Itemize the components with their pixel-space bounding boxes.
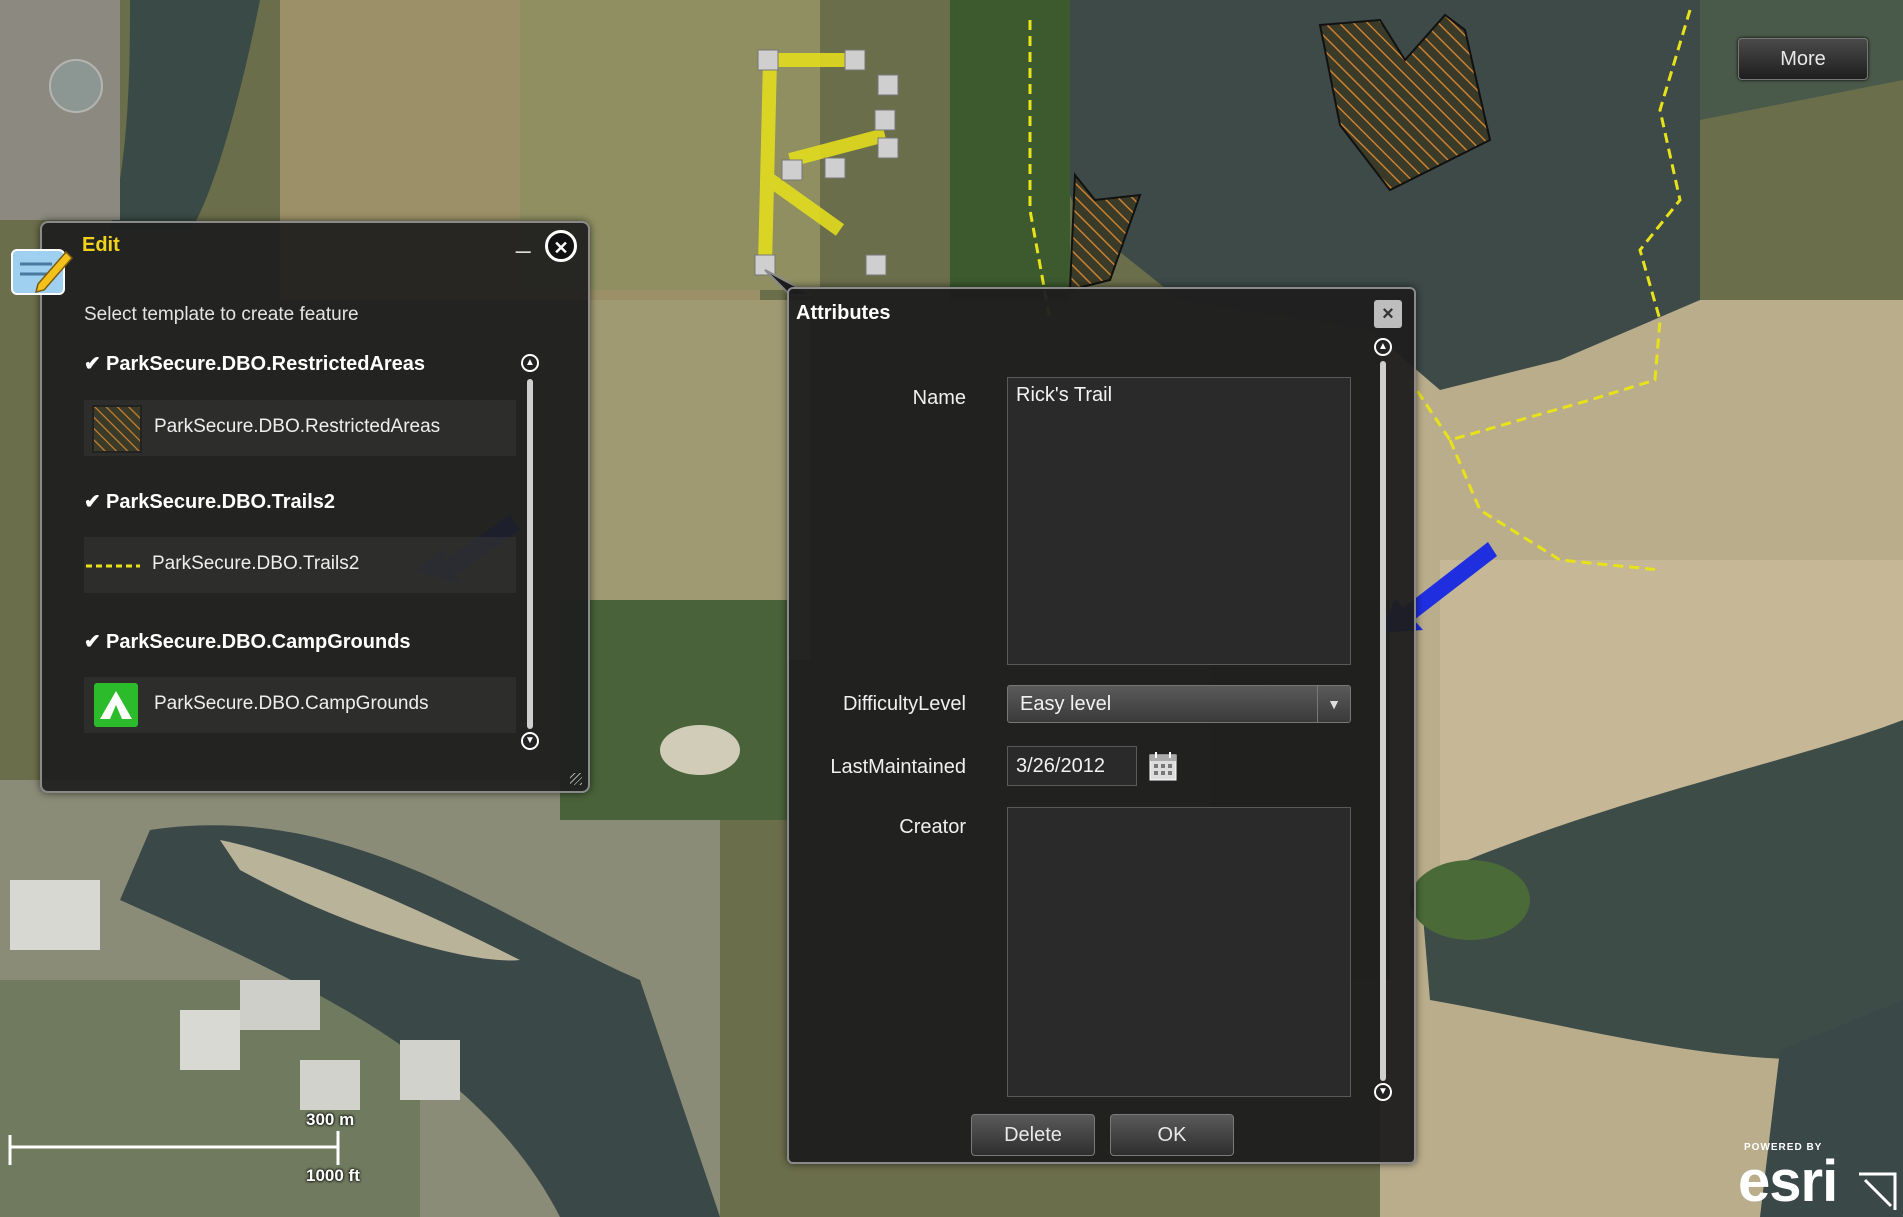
group-header-trails[interactable]: ✔ ParkSecure.DBO.Trails2 [84,489,335,514]
creator-field[interactable] [1007,807,1351,1097]
ok-button[interactable]: OK [1110,1114,1234,1156]
edit-pencil-icon [11,249,74,295]
group-header-campgrounds[interactable]: ✔ ParkSecure.DBO.CampGrounds [84,629,411,654]
edit-panel-title: Edit [82,234,120,256]
difficulty-label: DifficultyLevel [842,693,966,715]
scroll-down-button[interactable]: ▼ [521,732,539,750]
template-item-restricted-areas[interactable]: ParkSecure.DBO.RestrictedAreas [84,400,516,456]
attributes-panel: Attributes × Name DifficultyLevel Easy l… [787,287,1416,1164]
resize-grip[interactable] [570,773,582,785]
scale-label-imperial: 1000 ft [306,1166,360,1185]
template-label: ParkSecure.DBO.Trails2 [152,553,360,574]
more-button[interactable]: More [1738,38,1868,80]
template-label: ParkSecure.DBO.RestrictedAreas [154,416,441,437]
difficulty-select[interactable]: Easy level ▼ [1007,685,1351,723]
template-item-trails[interactable]: ParkSecure.DBO.Trails2 [84,537,516,593]
scale-label-metric: 300 m [306,1110,355,1129]
scrollbar-track[interactable] [527,379,533,729]
check-icon: ✔ [84,353,101,375]
edit-instruction: Select template to create feature [84,304,359,325]
attributes-title: Attributes [796,302,891,324]
scroll-down-button[interactable]: ▼ [1374,1083,1392,1101]
check-icon: ✔ [84,491,101,513]
name-field[interactable] [1007,377,1351,665]
attributes-close-button[interactable]: × [1374,300,1402,328]
scrollbar-track[interactable] [1380,361,1386,1081]
hatched-polygon-icon [92,405,142,453]
campground-icon [94,683,138,727]
edit-close-button[interactable]: ✕ [545,230,577,262]
last-maintained-label: LastMaintained [830,756,966,778]
template-item-campgrounds[interactable]: ParkSecure.DBO.CampGrounds [84,677,516,733]
template-label: ParkSecure.DBO.CampGrounds [154,693,429,714]
chevron-down-icon: ▼ [1317,686,1350,722]
scroll-up-button[interactable]: ▲ [521,354,539,372]
dashed-line-icon [86,564,140,568]
creator-label: Creator [899,816,966,838]
name-label: Name [912,387,966,409]
group-header-restricted-areas[interactable]: ✔ ParkSecure.DBO.RestrictedAreas [84,351,425,376]
minimize-button[interactable]: _ [516,226,530,252]
delete-button[interactable]: Delete [971,1114,1095,1156]
last-maintained-field[interactable] [1007,746,1137,786]
scroll-up-button[interactable]: ▲ [1374,338,1392,356]
resize-corner-icon[interactable] [1855,1170,1899,1214]
check-icon: ✔ [84,631,101,653]
edit-panel: Edit _ ✕ Select template to create featu… [40,221,590,793]
calendar-icon[interactable] [1149,751,1177,781]
